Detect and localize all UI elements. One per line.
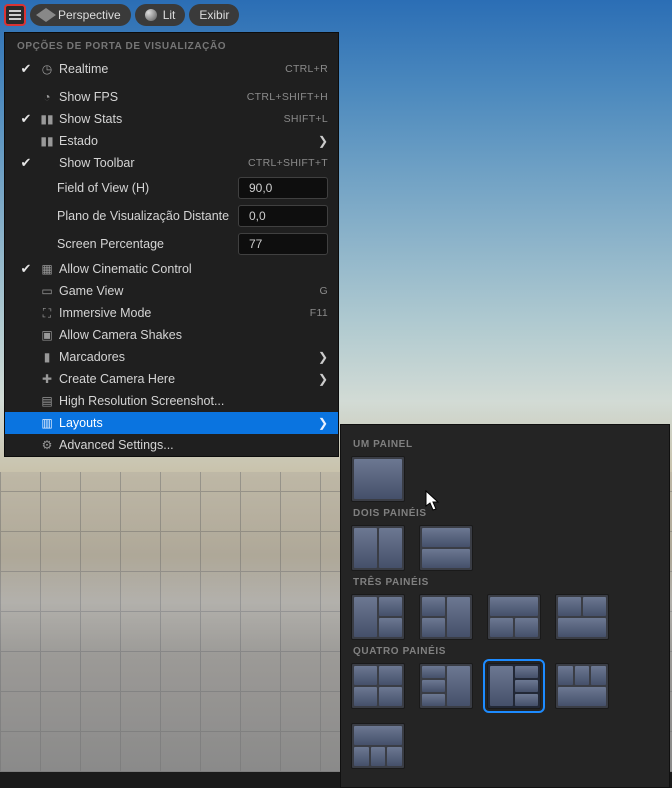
menu-show-toolbar[interactable]: ✔ Show Toolbar CTRL+SHIFT+T (5, 152, 338, 174)
menu-item-label: Allow Cinematic Control (57, 262, 328, 276)
shortcut-label: CTRL+R (285, 63, 328, 75)
menu-item-label: Show Stats (57, 112, 284, 126)
expand-icon: ⛶ (37, 306, 57, 321)
shortcut-label: CTRL+SHIFT+T (248, 157, 328, 169)
menu-allow-camera-shakes[interactable]: ▣ Allow Camera Shakes (5, 324, 338, 346)
menu-field-of-view: Field of View (H) (5, 174, 338, 202)
menu-allow-cinematic[interactable]: ✔ ▦ Allow Cinematic Control (5, 258, 338, 280)
chevron-right-icon: ❯ (312, 416, 328, 430)
submenu-header-four: QUATRO PAINÉIS (353, 646, 659, 657)
gauge-icon: ◔ (37, 90, 57, 104)
gamepad-icon: ▭ (37, 284, 57, 298)
menu-game-view[interactable]: ▭ Game View G (5, 280, 338, 302)
layout-three-c[interactable] (487, 594, 541, 640)
lit-label: Lit (163, 8, 176, 22)
submenu-header-one: UM PAINEL (353, 439, 659, 450)
input-label: Screen Percentage (57, 237, 238, 251)
bars-icon: ▮▮ (37, 134, 57, 148)
chevron-right-icon: ❯ (312, 134, 328, 148)
menu-item-label: Immersive Mode (57, 306, 310, 320)
show-button[interactable]: Exibir (189, 4, 239, 26)
layout-four-d[interactable] (555, 663, 609, 709)
menu-item-label: High Resolution Screenshot... (57, 394, 328, 408)
layout-four-e[interactable] (351, 723, 405, 769)
menu-layouts[interactable]: ▥ Layouts ❯ (5, 412, 338, 434)
cube-icon (36, 8, 56, 22)
shortcut-label: G (320, 285, 328, 297)
far-plane-input[interactable] (238, 205, 328, 227)
menu-screen-percentage: Screen Percentage (5, 230, 338, 258)
bookmark-icon: ▮ (37, 350, 57, 364)
picture-icon: ▤ (37, 394, 57, 408)
fov-input[interactable] (238, 177, 328, 199)
show-label: Exibir (199, 8, 229, 22)
check-icon: ✔ (15, 155, 37, 171)
menu-immersive-mode[interactable]: ⛶ Immersive Mode F11 (5, 302, 338, 324)
shortcut-label: F11 (310, 307, 328, 319)
bars-icon: ▮▮ (37, 112, 57, 126)
menu-show-stats[interactable]: ✔ ▮▮ Show Stats SHIFT+L (5, 108, 338, 130)
layout-two-horizontal[interactable] (419, 525, 473, 571)
submenu-header-two: DOIS PAINÉIS (353, 508, 659, 519)
menu-estado[interactable]: ▮▮ Estado ❯ (5, 130, 338, 152)
layouts-submenu: UM PAINEL DOIS PAINÉIS TRÊS PAINÉIS QUAT… (340, 424, 670, 788)
input-label: Plano de Visualização Distante (57, 209, 238, 223)
viewport-toolbar: Perspective Lit Exibir (4, 4, 239, 26)
menu-realtime[interactable]: ✔ ◷ Realtime CTRL+R (5, 58, 338, 80)
camera-icon: ▣ (37, 328, 57, 342)
layout-one-panel[interactable] (351, 456, 405, 502)
check-icon: ✔ (15, 61, 37, 77)
menu-create-camera[interactable]: ✚ Create Camera Here ❯ (5, 368, 338, 390)
layout-four-c[interactable] (487, 663, 541, 709)
menu-item-label: Show FPS (57, 90, 247, 104)
menu-item-label: Allow Camera Shakes (57, 328, 328, 342)
menu-item-label: Realtime (57, 62, 285, 76)
menu-section-header: OPÇÕES DE PORTA DE VISUALIZAÇÃO (5, 33, 338, 58)
screen-percentage-input[interactable] (238, 233, 328, 255)
menu-hires-screenshot[interactable]: ▤ High Resolution Screenshot... (5, 390, 338, 412)
perspective-button[interactable]: Perspective (30, 4, 131, 26)
layout-icon: ▥ (37, 416, 57, 430)
film-icon: ▦ (37, 262, 57, 276)
check-icon: ✔ (15, 261, 37, 277)
menu-item-label: Marcadores (57, 350, 312, 364)
menu-marcadores[interactable]: ▮ Marcadores ❯ (5, 346, 338, 368)
menu-item-label: Estado (57, 134, 312, 148)
chevron-right-icon: ❯ (312, 372, 328, 386)
menu-item-label: Create Camera Here (57, 372, 312, 386)
submenu-header-three: TRÊS PAINÉIS (353, 577, 659, 588)
menu-far-plane: Plano de Visualização Distante (5, 202, 338, 230)
lit-button[interactable]: Lit (135, 4, 186, 26)
layout-three-a[interactable] (351, 594, 405, 640)
menu-advanced-settings[interactable]: ⚙ Advanced Settings... (5, 434, 338, 456)
menu-item-label: Game View (57, 284, 320, 298)
layout-four-quad[interactable] (351, 663, 405, 709)
shortcut-label: SHIFT+L (284, 113, 328, 125)
layout-four-b[interactable] (419, 663, 473, 709)
layout-three-b[interactable] (419, 594, 473, 640)
chevron-right-icon: ❯ (312, 350, 328, 364)
clock-icon: ◷ (37, 62, 57, 76)
layout-two-vertical[interactable] (351, 525, 405, 571)
camera-plus-icon: ✚ (37, 372, 57, 386)
cursor-icon (425, 490, 441, 512)
gear-icon: ⚙ (37, 438, 57, 452)
shortcut-label: CTRL+SHIFT+H (247, 91, 328, 103)
viewport-options-menu: OPÇÕES DE PORTA DE VISUALIZAÇÃO ✔ ◷ Real… (4, 32, 339, 457)
input-label: Field of View (H) (57, 181, 238, 195)
menu-show-fps[interactable]: ◔ Show FPS CTRL+SHIFT+H (5, 86, 338, 108)
perspective-label: Perspective (58, 8, 121, 22)
menu-item-label: Show Toolbar (57, 156, 248, 170)
layout-three-d[interactable] (555, 594, 609, 640)
sphere-icon (145, 9, 157, 21)
check-icon: ✔ (15, 111, 37, 127)
viewport-options-button[interactable] (4, 4, 26, 26)
menu-item-label: Layouts (57, 416, 312, 430)
menu-item-label: Advanced Settings... (57, 438, 328, 452)
hamburger-icon (9, 10, 21, 20)
